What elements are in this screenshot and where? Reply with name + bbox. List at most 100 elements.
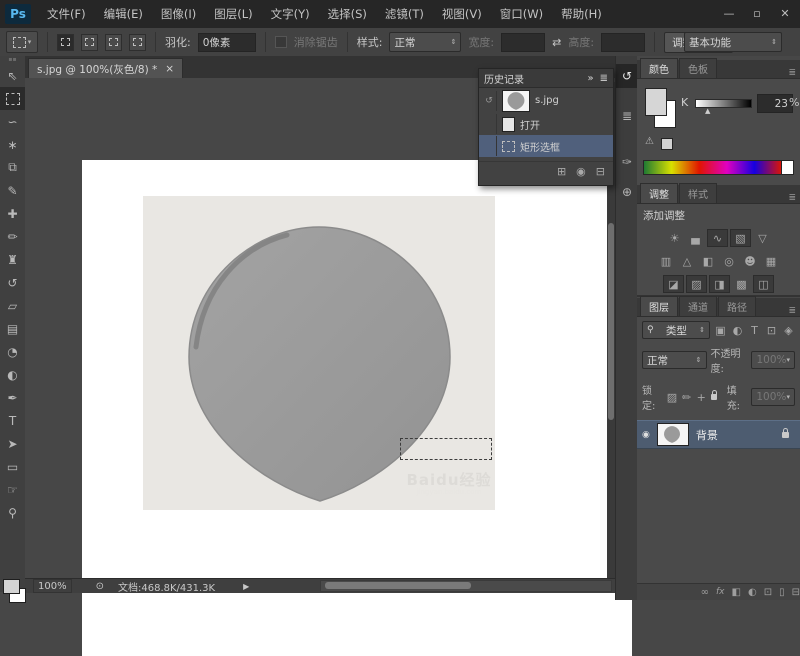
lock-transparent-icon[interactable]: ▨ <box>667 389 678 405</box>
horizontal-scrollbar[interactable] <box>320 580 612 592</box>
channel-mixer-icon[interactable]: ☻ <box>741 253 760 269</box>
intersect-selection-button[interactable] <box>129 33 146 51</box>
layer-name[interactable]: 背景 <box>696 427 718 443</box>
rectangle-tool[interactable]: ▭ <box>0 455 25 478</box>
history-panel-icon[interactable]: ↺ <box>616 64 638 88</box>
threshold-icon[interactable]: ◨ <box>709 275 730 293</box>
quick-selection-tool[interactable]: ∗ <box>0 133 25 156</box>
opacity-dropdown[interactable]: 100% ▾ <box>751 351 795 369</box>
panel-menu-icon[interactable]: ≣ <box>788 68 796 78</box>
menu-select[interactable]: 选择(S) <box>319 0 376 28</box>
height-input[interactable] <box>601 32 646 52</box>
history-brush-source-well[interactable]: ↺ <box>482 90 497 111</box>
add-to-selection-button[interactable] <box>81 33 98 51</box>
menu-image[interactable]: 图像(I) <box>152 0 205 28</box>
antialias-checkbox[interactable] <box>274 36 287 48</box>
link-layers-icon[interactable]: ∞ <box>701 587 709 598</box>
close-button[interactable]: ✕ <box>774 5 796 21</box>
document-tab[interactable]: s.jpg @ 100%(灰色/8) * × <box>28 58 184 79</box>
zoom-level-field[interactable]: 100% <box>33 579 72 593</box>
brightness-contrast-icon[interactable]: ☀ <box>665 230 684 246</box>
history-step-open[interactable]: 打开 <box>479 113 613 135</box>
move-tool[interactable]: ⇖ <box>0 64 25 87</box>
layer-filter-dropdown[interactable]: ⚲ 类型 ⇕ <box>642 321 710 339</box>
gamut-warning-icon[interactable]: ⚠ <box>645 136 654 147</box>
lock-all-icon[interactable] <box>710 390 717 400</box>
marquee-selection[interactable] <box>400 438 492 460</box>
invert-icon[interactable]: ◪ <box>663 275 684 293</box>
black-white-icon[interactable]: ◧ <box>699 253 718 269</box>
panel-grip[interactable]: ▪▪ <box>0 56 25 64</box>
tab-styles[interactable]: 样式 <box>679 183 717 203</box>
menu-file[interactable]: 文件(F) <box>38 0 95 28</box>
style-dropdown[interactable]: 正常 ⇕ <box>389 32 462 52</box>
new-snapshot-icon[interactable]: ◉ <box>576 165 586 178</box>
workspace-switcher[interactable]: 基本功能 ⇕ <box>684 32 782 52</box>
status-flyout-icon[interactable]: ▶ <box>243 582 249 591</box>
foreground-color-swatch[interactable] <box>645 88 667 116</box>
panel-menu-icon[interactable]: ≣ <box>600 73 608 84</box>
brush-panel-icon[interactable]: ✑ <box>616 150 638 174</box>
history-snapshot-row[interactable]: ↺ s.jpg <box>479 88 613 113</box>
tab-adjustments[interactable]: 调整 <box>640 183 678 203</box>
filter-group-layers-icon[interactable]: ⊡ <box>765 322 778 338</box>
rectangular-marquee-tool[interactable] <box>0 87 25 110</box>
k-value-input[interactable]: 23 <box>757 94 793 113</box>
path-selection-tool[interactable]: ➤ <box>0 432 25 455</box>
foreground-color-swatch[interactable] <box>3 579 20 594</box>
properties-panel-icon[interactable]: ≣ <box>616 104 638 128</box>
history-step-marquee[interactable]: 矩形选框 <box>479 135 613 157</box>
photo-filter-icon[interactable]: ◎ <box>720 253 739 269</box>
posterize-icon[interactable]: ▨ <box>686 275 707 293</box>
swap-dimensions-icon[interactable]: ⇄ <box>552 36 561 49</box>
history-brush-source-well[interactable] <box>482 136 497 156</box>
collapse-panel-icon[interactable]: » <box>587 73 593 84</box>
levels-icon[interactable]: ▄ <box>686 230 705 246</box>
clone-stamp-tool[interactable]: ♜ <box>0 248 25 271</box>
type-tool[interactable]: T <box>0 409 25 432</box>
dodge-tool[interactable]: ◐ <box>0 363 25 386</box>
hand-tool[interactable]: ☞ <box>0 478 25 501</box>
eraser-tool[interactable]: ▱ <box>0 294 25 317</box>
delete-state-icon[interactable]: ⊟ <box>596 165 605 178</box>
clone-source-panel-icon[interactable]: ⊕ <box>616 180 638 204</box>
color-spectrum-ramp[interactable] <box>643 160 783 175</box>
layer-thumbnail[interactable] <box>656 423 689 446</box>
pen-tool[interactable]: ✒ <box>0 386 25 409</box>
panel-menu-icon[interactable]: ≣ <box>788 306 796 316</box>
tab-layers[interactable]: 图层 <box>640 296 678 316</box>
lock-position-icon[interactable]: + <box>696 389 707 405</box>
white-ramp-end[interactable] <box>781 160 794 175</box>
background-layer-row[interactable]: ◉ 背景 <box>637 420 800 449</box>
menu-type[interactable]: 文字(Y) <box>262 0 319 28</box>
exposure-icon[interactable]: ▧ <box>730 229 751 247</box>
menu-filter[interactable]: 滤镜(T) <box>376 0 433 28</box>
menu-layer[interactable]: 图层(L) <box>205 0 261 28</box>
subtract-from-selection-button[interactable] <box>105 33 122 51</box>
layer-mask-icon[interactable]: ◧ <box>732 587 741 598</box>
feather-input[interactable]: 0像素 <box>197 32 256 52</box>
blur-tool[interactable]: ◔ <box>0 340 25 363</box>
curves-icon[interactable]: ∿ <box>707 229 728 247</box>
new-group-icon[interactable]: ⊡ <box>764 587 772 598</box>
zoom-tool[interactable]: ⚲ <box>0 501 25 524</box>
delete-layer-icon[interactable]: ⊟ <box>792 587 800 598</box>
menu-help[interactable]: 帮助(H) <box>552 0 611 28</box>
close-tab-icon[interactable]: × <box>165 63 174 75</box>
crop-tool[interactable]: ⧉ <box>0 156 25 179</box>
tab-color[interactable]: 颜色 <box>640 58 678 78</box>
menu-edit[interactable]: 编辑(E) <box>95 0 152 28</box>
filter-adjustment-layers-icon[interactable]: ◐ <box>731 322 744 338</box>
layer-style-icon[interactable]: fx <box>716 587 725 597</box>
new-layer-icon[interactable]: ▯ <box>779 587 785 598</box>
lock-pixels-icon[interactable]: ✏ <box>681 389 692 405</box>
tool-preset-picker[interactable]: ▾ <box>6 31 38 53</box>
new-document-from-state-icon[interactable]: ⊞ <box>557 165 566 178</box>
tab-swatches[interactable]: 色板 <box>679 58 717 78</box>
history-brush-tool[interactable]: ↺ <box>0 271 25 294</box>
healing-brush-tool[interactable]: ✚ <box>0 202 25 225</box>
fill-dropdown[interactable]: 100% ▾ <box>751 388 795 406</box>
history-panel-header[interactable]: 历史记录 » ≣ <box>479 69 613 88</box>
gamut-color-swatch[interactable] <box>661 138 673 150</box>
filter-type-layers-icon[interactable]: T <box>748 322 761 338</box>
